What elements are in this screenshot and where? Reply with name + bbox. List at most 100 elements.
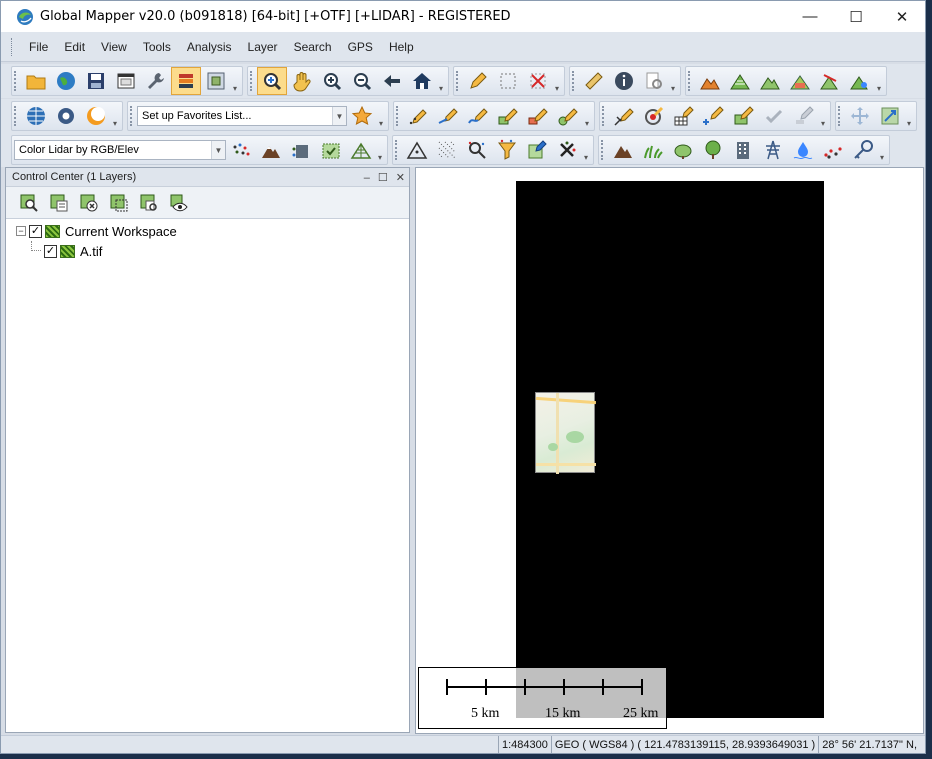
zoom-tool-button[interactable]	[257, 67, 287, 95]
edit-lidar-button[interactable]	[522, 136, 552, 164]
profile-triangle-button[interactable]	[402, 136, 432, 164]
full-view-button[interactable]	[407, 67, 437, 95]
class-med-veg-button[interactable]	[668, 136, 698, 164]
toolbar-grip[interactable]	[250, 71, 253, 91]
lidar-color-dropdown[interactable]: Color Lidar by RGB/Elev ▼	[14, 140, 226, 160]
class-powerline-button[interactable]	[758, 136, 788, 164]
create-line-button[interactable]	[433, 102, 463, 130]
panel-pin-button[interactable]: ‒	[364, 172, 370, 184]
contour-button[interactable]	[725, 67, 755, 95]
toolbar-grip[interactable]	[688, 71, 691, 91]
digitizer-button[interactable]	[463, 67, 493, 95]
layer-visibility-button[interactable]	[164, 189, 194, 217]
layer-options-button[interactable]	[104, 189, 134, 217]
layer-search-button[interactable]	[134, 189, 164, 217]
create-circle-button[interactable]	[553, 102, 583, 130]
favorites-star-button[interactable]	[347, 102, 377, 130]
toolbar-grip[interactable]	[572, 71, 575, 91]
point-query-button[interactable]	[462, 136, 492, 164]
lidar-points-button[interactable]	[226, 136, 256, 164]
menu-gps[interactable]: GPS	[340, 40, 381, 54]
toolbar-overflow[interactable]: ▾	[437, 67, 445, 95]
scale-feature-button[interactable]	[875, 102, 905, 130]
class-ground-button[interactable]	[608, 136, 638, 164]
toolbar-overflow[interactable]: ▾	[583, 102, 591, 130]
layer-metadata-button[interactable]	[44, 189, 74, 217]
online-globe-button[interactable]	[21, 102, 51, 130]
menu-tools[interactable]: Tools	[135, 40, 179, 54]
menu-file[interactable]: File	[21, 40, 56, 54]
class-noise-button[interactable]	[818, 136, 848, 164]
zoom-to-layer-button[interactable]	[14, 189, 44, 217]
maximize-button[interactable]: ☐	[833, 1, 879, 32]
toolbar-grip[interactable]	[601, 140, 604, 160]
lidar-surface-button[interactable]	[346, 136, 376, 164]
path-profile-button[interactable]	[639, 67, 669, 95]
toolbar-grip[interactable]	[395, 140, 398, 160]
toolbar-grip[interactable]	[14, 106, 17, 126]
tools-button[interactable]	[141, 67, 171, 95]
toolbar-overflow[interactable]: ▾	[377, 102, 385, 130]
panel-close-button[interactable]: ✕	[396, 171, 405, 184]
toolbar-grip[interactable]	[396, 106, 399, 126]
close-button[interactable]: ✕	[879, 1, 925, 32]
lidar-classify-button[interactable]	[316, 136, 346, 164]
terrain-paint-button[interactable]	[845, 67, 875, 95]
check-disabled-button[interactable]	[759, 102, 789, 130]
toolbar-overflow[interactable]: ▾	[819, 102, 827, 130]
delete-feature-button[interactable]	[523, 67, 553, 95]
toolbar-grip[interactable]	[14, 71, 17, 91]
toolbar-overflow[interactable]: ▾	[231, 67, 239, 95]
create-curve-button[interactable]	[463, 102, 493, 130]
open-online-data-button[interactable]	[51, 67, 81, 95]
lidar-buildings-button[interactable]	[286, 136, 316, 164]
layer-checkbox[interactable]: ✓	[44, 244, 57, 258]
range-ring-button[interactable]	[639, 102, 669, 130]
favorites-dropdown[interactable]: Set up Favorites List... ▼	[137, 106, 347, 126]
minimize-button[interactable]: —	[787, 1, 833, 32]
workspace-checkbox[interactable]: ✓	[29, 224, 42, 238]
menu-help[interactable]: Help	[381, 40, 422, 54]
open-folder-button[interactable]	[21, 67, 51, 95]
tree-expander[interactable]: −	[16, 226, 26, 236]
class-custom-button[interactable]	[848, 136, 878, 164]
create-rectangle-button[interactable]	[523, 102, 553, 130]
menu-search[interactable]: Search	[286, 40, 340, 54]
toolbar-overflow[interactable]: ▾	[553, 67, 561, 95]
lidar-delete-button[interactable]	[552, 136, 582, 164]
global-mapper-logo-button[interactable]	[81, 102, 111, 130]
measure-button[interactable]	[579, 67, 609, 95]
move-feature-button[interactable]	[845, 102, 875, 130]
snap-disabled-button[interactable]	[789, 102, 819, 130]
map-view[interactable]: 5 km 15 km 25 km	[415, 167, 924, 734]
grid-create-button[interactable]	[669, 102, 699, 130]
menubar-grip[interactable]	[11, 37, 15, 56]
zoom-in-button[interactable]	[317, 67, 347, 95]
create-point-button[interactable]	[403, 102, 433, 130]
menu-edit[interactable]: Edit	[56, 40, 93, 54]
toolbar-overflow[interactable]: ▾	[905, 102, 913, 130]
toolbar-overflow[interactable]: ▾	[878, 136, 886, 164]
close-layer-button[interactable]	[74, 189, 104, 217]
create-area-button[interactable]	[493, 102, 523, 130]
toolbar-overflow[interactable]: ▾	[376, 136, 384, 164]
toolbar-overflow[interactable]: ▾	[875, 67, 883, 95]
split-line-button[interactable]	[609, 102, 639, 130]
menu-layer[interactable]: Layer	[240, 40, 286, 54]
filter-button[interactable]	[492, 136, 522, 164]
menu-view[interactable]: View	[93, 40, 135, 54]
save-workspace-button[interactable]	[81, 67, 111, 95]
edit-attributes-button[interactable]	[729, 102, 759, 130]
volume-button[interactable]	[785, 67, 815, 95]
toolbar-overflow[interactable]: ▾	[582, 136, 590, 164]
toolbar-grip[interactable]	[602, 106, 605, 126]
class-low-veg-button[interactable]	[638, 136, 668, 164]
pan-tool-button[interactable]	[287, 67, 317, 95]
tree-root-row[interactable]: − ✓ Current Workspace	[6, 221, 409, 241]
config-button[interactable]	[111, 67, 141, 95]
watershed-button[interactable]	[755, 67, 785, 95]
class-high-veg-button[interactable]	[698, 136, 728, 164]
toolbar-overflow[interactable]: ▾	[669, 67, 677, 95]
pixel-grid-button[interactable]	[432, 136, 462, 164]
toolbar-overflow[interactable]: ▾	[111, 102, 119, 130]
